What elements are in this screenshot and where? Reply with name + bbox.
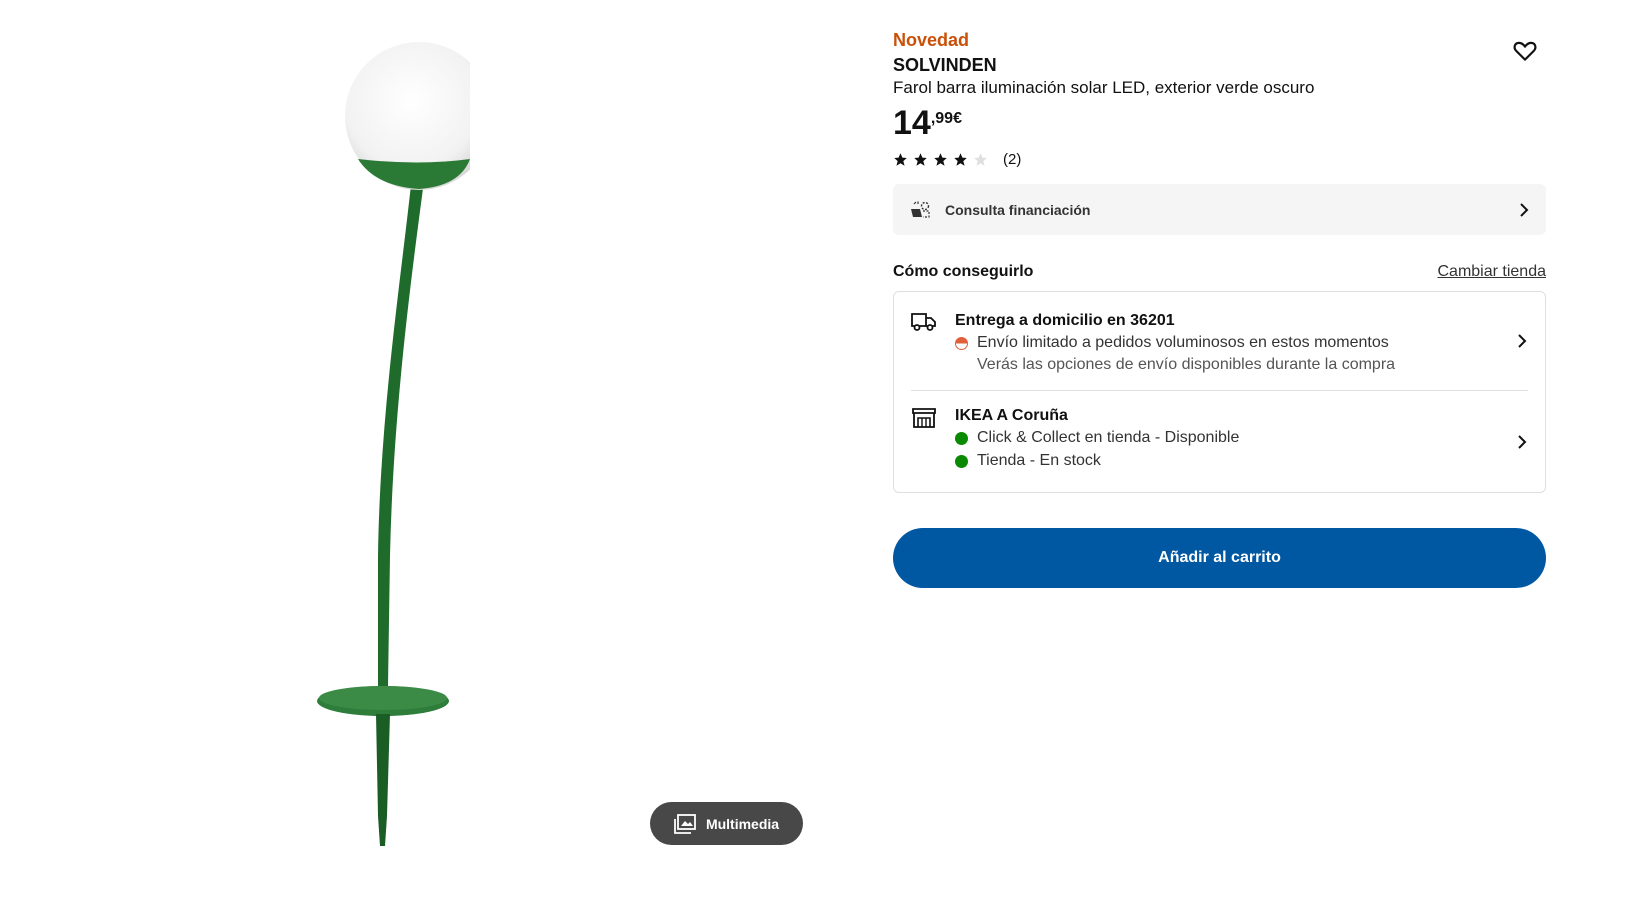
product-image[interactable] — [300, 36, 493, 856]
rating-count: (2) — [1003, 151, 1022, 168]
product-description: Farol barra iluminación solar LED, exter… — [893, 78, 1315, 97]
financing-icon — [911, 201, 930, 218]
availability-box: Entrega a domicilio en 36201 Envío limit… — [893, 291, 1546, 493]
multimedia-label: Multimedia — [705, 815, 780, 832]
store-stock-status: Tienda - En stock — [977, 452, 1101, 469]
price-decimal: ,99€ — [930, 110, 962, 127]
limited-status-icon — [955, 336, 968, 350]
financing-row[interactable]: Consulta financiación — [893, 184, 1546, 235]
in-stock-status-icon — [955, 454, 968, 468]
product-price: 14,99€ — [893, 105, 1546, 141]
star-empty-icon — [974, 153, 987, 166]
delivery-option[interactable]: Entrega a domicilio en 36201 Envío limit… — [911, 292, 1528, 391]
available-status-icon — [955, 431, 968, 445]
chevron-right-icon — [1518, 334, 1527, 348]
availability-header: Cómo conseguirlo Cambiar tienda — [893, 263, 1546, 281]
store-title: IKEA A Coruña — [955, 407, 1068, 424]
gallery-icon — [674, 813, 696, 834]
product-name[interactable]: SOLVINDEN — [893, 53, 1546, 77]
rating[interactable]: (2) — [893, 151, 1546, 168]
delivery-title: Entrega a domicilio en 36201 — [955, 312, 1175, 329]
delivery-note: Verás las opciones de envío disponibles … — [977, 356, 1396, 373]
chevron-right-icon — [1520, 202, 1529, 217]
delivery-status: Envío limitado a pedidos voluminosos en … — [977, 334, 1389, 351]
star-icon — [934, 153, 947, 166]
add-to-cart-button[interactable]: Añadir al carrito — [893, 528, 1546, 588]
change-store-link[interactable]: Cambiar tienda — [1438, 263, 1547, 281]
click-collect-status: Click & Collect en tienda - Disponible — [977, 429, 1240, 446]
star-icon — [894, 153, 907, 166]
store-option[interactable]: IKEA A Coruña Click & Collect en tienda … — [911, 391, 1528, 492]
multimedia-button[interactable]: Multimedia — [650, 802, 803, 845]
product-info: Novedad SOLVINDEN Farol barra iluminació… — [893, 28, 1546, 588]
chevron-right-icon — [1518, 434, 1527, 449]
financing-label: Consulta financiación — [945, 201, 1091, 218]
price-integer: 14 — [893, 104, 931, 142]
truck-icon — [911, 313, 936, 331]
star-icon — [954, 153, 967, 166]
availability-title: Cómo conseguirlo — [893, 263, 1034, 280]
store-icon — [912, 408, 936, 428]
star-icon — [914, 153, 927, 166]
new-badge: Novedad — [893, 30, 970, 50]
